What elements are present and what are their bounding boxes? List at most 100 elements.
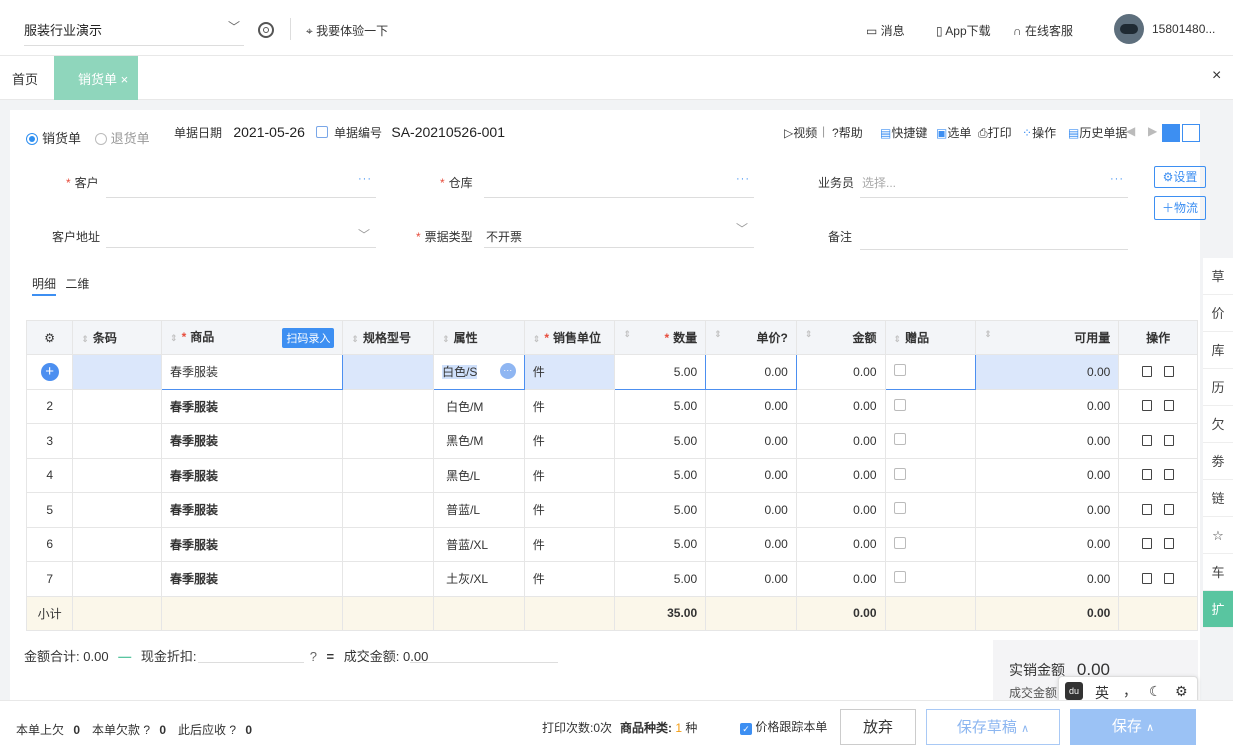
save-button[interactable]: 保存 ∧	[1070, 709, 1196, 745]
product-cell[interactable]: 春季服装	[161, 423, 344, 459]
spec-cell[interactable]	[342, 388, 435, 424]
radio-return[interactable]: 退货单	[94, 131, 150, 146]
unit-cell[interactable]: 件	[523, 561, 616, 597]
subtab-matrix[interactable]: 二维	[65, 277, 89, 291]
amount-cell[interactable]: 0.00	[795, 457, 886, 493]
gift-cell[interactable]	[884, 423, 977, 459]
tab-sales-order[interactable]: 销货单 ×	[54, 56, 138, 100]
amount-cell[interactable]: 0.00	[795, 526, 886, 562]
copy-icon[interactable]	[1164, 538, 1175, 550]
barcode-cell[interactable]	[72, 457, 163, 493]
gift-cell[interactable]	[884, 457, 977, 493]
spec-cell[interactable]	[342, 492, 435, 528]
qty-cell[interactable]: 5.00	[614, 526, 707, 562]
toolbar-history[interactable]: ▤历史单据	[1068, 124, 1127, 141]
invoice-type-select[interactable]: 不开票 ﹀	[484, 220, 754, 248]
amount-cell[interactable]: 0.00	[795, 354, 886, 390]
customer-input[interactable]: ···	[106, 170, 376, 198]
product-cell[interactable]: 春季服装	[161, 492, 344, 528]
messages-link[interactable]: ▭ 消息	[866, 22, 905, 39]
copy-icon[interactable]	[1164, 469, 1175, 481]
question-icon[interactable]: ?	[143, 723, 150, 737]
support-link[interactable]: ∩ 在线客服	[1013, 22, 1073, 39]
gift-cell[interactable]	[884, 388, 977, 424]
more-icon[interactable]: ···	[736, 173, 750, 185]
barcode-cell[interactable]	[72, 526, 163, 562]
header-available[interactable]: ⇕ 可用量	[975, 320, 1120, 355]
trash-icon[interactable]	[1142, 365, 1153, 377]
user-name[interactable]: 15801480...	[1152, 22, 1215, 36]
table-row[interactable]: 2 春季服装 白色/M 件 5.00 0.00 0.00 0.00	[25, 388, 1198, 424]
toolbar-help[interactable]: ?帮助	[832, 124, 863, 141]
rail-coupon-icon[interactable]: 劵	[1203, 443, 1233, 480]
price-cell[interactable]: 0.00	[705, 526, 797, 562]
attr-cell[interactable]: 普蓝/L	[433, 492, 525, 528]
trash-icon[interactable]	[1142, 538, 1153, 550]
radio-sale[interactable]: 销货单	[26, 131, 81, 146]
ime-punct[interactable]: ，	[1123, 681, 1137, 701]
scan-entry-button[interactable]: 扫码录入	[282, 327, 335, 348]
link-icon[interactable]: 链	[1203, 480, 1233, 517]
settings-button[interactable]: ⚙设置	[1154, 166, 1206, 188]
gift-cell[interactable]	[884, 354, 977, 390]
toolbar-print[interactable]: ⎙打印	[978, 124, 1012, 141]
product-cell[interactable]: 春季服装	[161, 457, 344, 493]
price-cell[interactable]: 0.00	[705, 354, 797, 390]
moon-icon[interactable]: ☾	[1149, 683, 1162, 700]
amount-cell[interactable]: 0.00	[795, 492, 886, 528]
rail-stock-icon[interactable]: 库	[1203, 332, 1233, 369]
barcode-cell[interactable]	[72, 561, 163, 597]
header-spec[interactable]: ⇕ 规格型号	[342, 320, 435, 355]
toolbar-select[interactable]: ▣选单	[936, 124, 971, 141]
unit-cell[interactable]: 件	[523, 388, 616, 424]
unit-cell[interactable]: 件	[523, 492, 616, 528]
checkbox-checked-icon[interactable]: ✓	[740, 723, 752, 735]
more-icon[interactable]: ···	[358, 173, 372, 185]
address-select[interactable]: ﹀	[106, 220, 376, 248]
header-barcode[interactable]: ⇕ 条码	[72, 320, 163, 355]
trash-icon[interactable]	[1142, 572, 1153, 584]
warehouse-input[interactable]: ···	[484, 170, 754, 198]
table-row[interactable]: + 春季服装 白色/S ··· 件 5.00 0.00 0.00 0.00	[25, 354, 1198, 390]
question-icon[interactable]: ?	[781, 331, 788, 345]
attr-cell[interactable]: 黑色/M	[433, 423, 525, 459]
rail-debt-icon[interactable]: 欠	[1203, 406, 1233, 443]
product-cell[interactable]: 春季服装	[161, 388, 344, 424]
header-qty[interactable]: ⇕ * 数量	[614, 320, 707, 355]
rail-price-icon[interactable]: 价	[1203, 295, 1233, 332]
attr-cell[interactable]: 白色/M	[433, 388, 525, 424]
toolbar-video[interactable]: ▷视频	[784, 124, 817, 141]
gear-icon[interactable]: ⚙	[1175, 683, 1188, 700]
header-amount[interactable]: ⇕ 金额	[795, 320, 886, 355]
gift-checkbox[interactable]	[893, 433, 906, 446]
table-row[interactable]: 5 春季服装 普蓝/L 件 5.00 0.00 0.00 0.00	[25, 492, 1198, 528]
barcode-cell[interactable]	[72, 354, 163, 390]
table-row[interactable]: 7 春季服装 土灰/XL 件 5.00 0.00 0.00 0.00	[25, 561, 1198, 597]
salesman-input[interactable]: 选择... ···	[860, 170, 1128, 198]
amount-cell[interactable]: 0.00	[795, 561, 886, 597]
next-arrow-icon[interactable]: ▶	[1148, 124, 1157, 138]
unit-cell[interactable]: 件	[523, 354, 616, 390]
barcode-cell[interactable]	[72, 388, 163, 424]
company-select[interactable]: 服装行业演示 ﹀	[24, 20, 244, 46]
unit-cell[interactable]: 件	[523, 423, 616, 459]
logistics-button[interactable]: ＋物流	[1154, 196, 1206, 220]
gift-checkbox[interactable]	[893, 467, 906, 480]
star-icon[interactable]: ☆	[1203, 517, 1233, 554]
spec-cell[interactable]	[342, 561, 435, 597]
add-row-cell[interactable]: +	[25, 354, 74, 390]
doc-date-value[interactable]: 2021-05-26	[233, 124, 305, 140]
more-icon[interactable]: ···	[499, 363, 516, 380]
more-icon[interactable]: ···	[1110, 173, 1124, 185]
rail-history-icon[interactable]: 历	[1203, 369, 1233, 406]
copy-icon[interactable]	[1164, 365, 1175, 377]
header-product[interactable]: ⇕ * 商品 扫码录入	[161, 320, 344, 355]
expand-icon[interactable]: 扩	[1203, 591, 1233, 628]
price-track-checkbox[interactable]: ✓ 价格跟踪本单	[740, 718, 827, 735]
toolbar-shortcut[interactable]: ▤快捷键	[880, 124, 927, 141]
gift-checkbox[interactable]	[893, 536, 906, 549]
attr-cell[interactable]: 普蓝/XL	[433, 526, 525, 562]
qty-cell[interactable]: 5.00	[614, 561, 707, 597]
toolbar-operate[interactable]: ⁘操作	[1022, 124, 1056, 141]
gift-checkbox[interactable]	[893, 364, 906, 377]
